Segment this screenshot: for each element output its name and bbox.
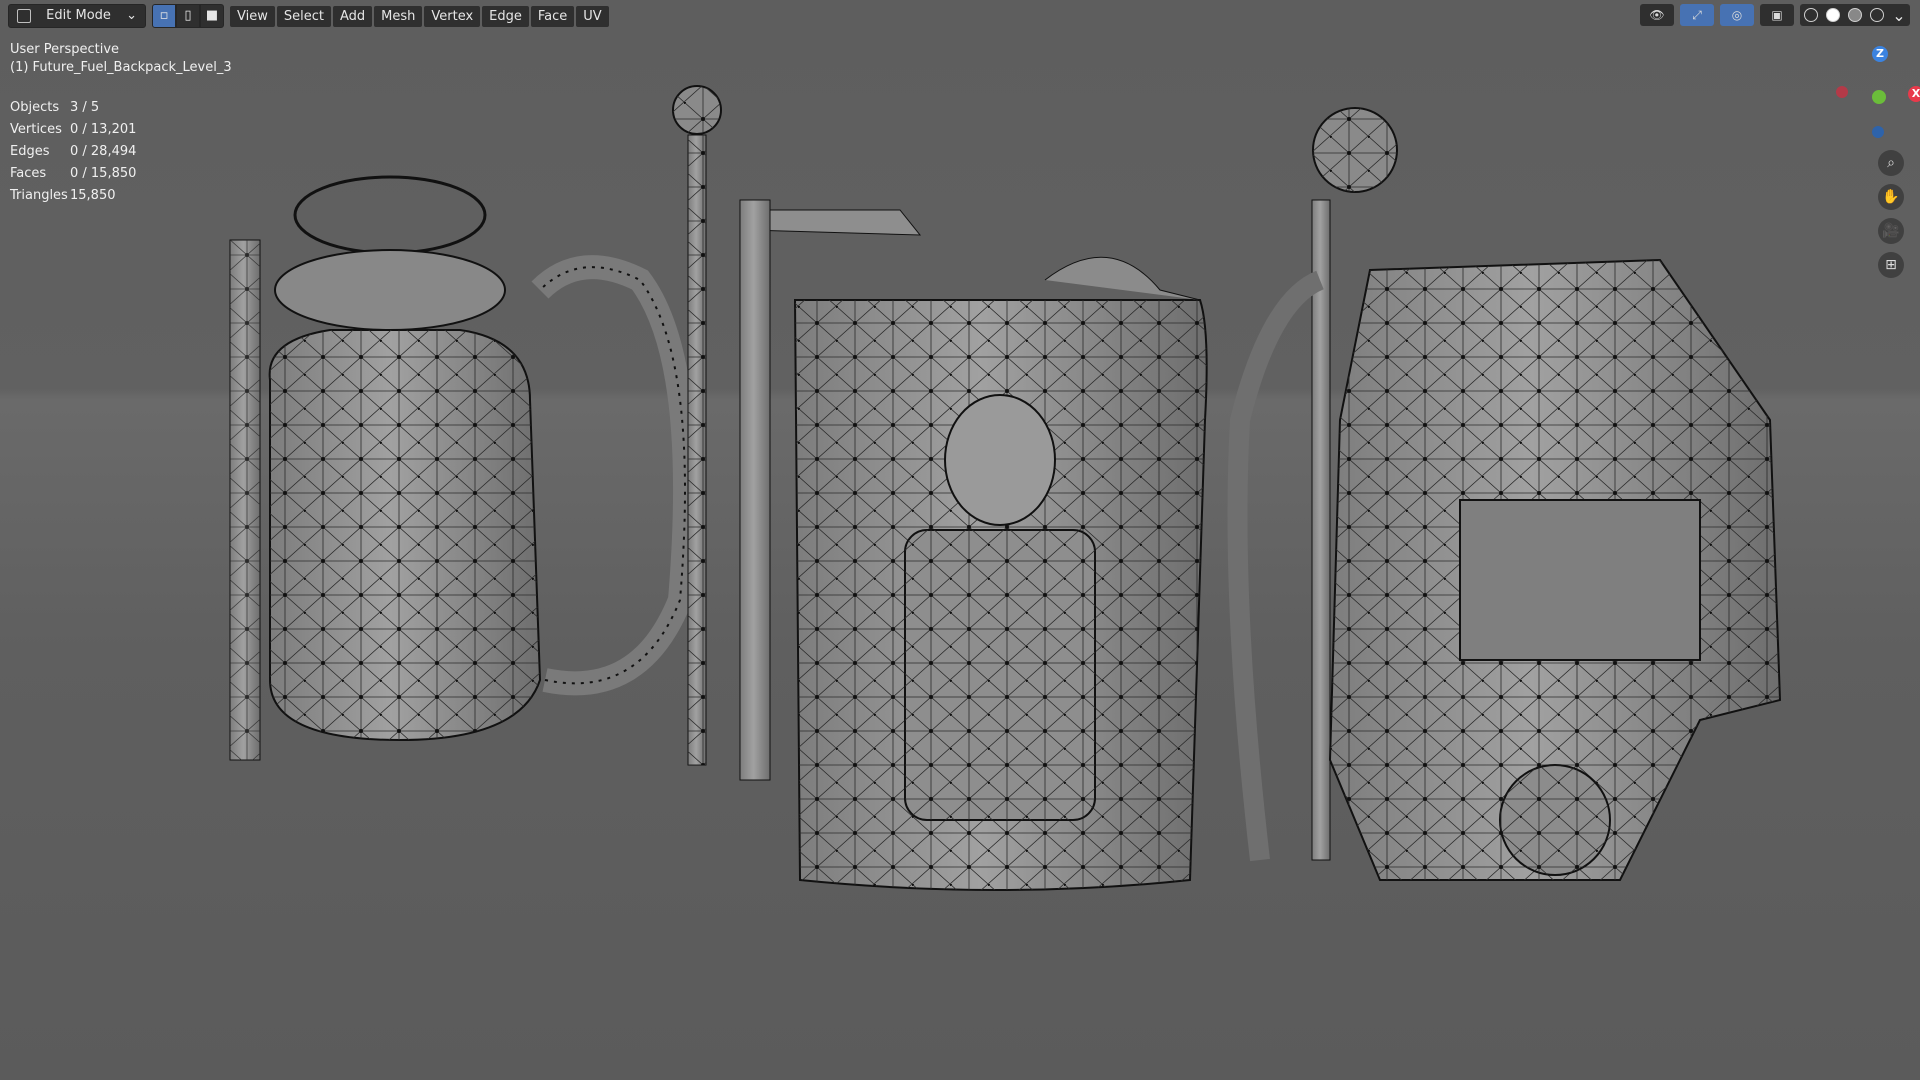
left-sprayer xyxy=(229,175,697,761)
menu-view[interactable]: View xyxy=(230,5,275,27)
gizmo-toggle-icon[interactable]: ⤢ xyxy=(1680,4,1714,26)
mesh-wireframe xyxy=(229,85,1782,891)
rendered-shading-icon[interactable] xyxy=(1866,4,1888,26)
menu-bar: View Select Add Mesh Vertex Edge Face UV xyxy=(230,5,609,27)
menu-vertex[interactable]: Vertex xyxy=(424,5,481,27)
scene-statistics: Objects 3 / 5 Vertices 0 / 13,201 Edges … xyxy=(10,100,136,210)
viewport-nav-buttons: ⌕ ✋ 🎥 ⊞ xyxy=(1878,150,1904,278)
mode-dropdown[interactable]: Edit Mode ⌄ xyxy=(8,4,146,28)
stat-row: Objects 3 / 5 xyxy=(10,100,100,115)
menu-edge[interactable]: Edge xyxy=(482,5,529,27)
edge-select-icon[interactable]: ▯ xyxy=(176,4,200,28)
stat-row: Faces 0 / 15,850 xyxy=(10,166,137,181)
middle-canister xyxy=(739,199,1208,891)
z-axis-handle[interactable]: Z xyxy=(1872,46,1888,62)
menu-face[interactable]: Face xyxy=(530,5,575,27)
stat-row: Edges 0 / 28,494 xyxy=(10,144,137,159)
y-axis-handle[interactable] xyxy=(1872,90,1886,104)
3d-viewport[interactable]: Edit Mode ⌄ ▫ ▯ ■ View Select Add Mesh V… xyxy=(0,0,1920,1080)
edit-mode-icon xyxy=(17,9,31,23)
solid-shading-icon[interactable] xyxy=(1822,4,1844,26)
viewport-info: User Perspective (1) Future_Fuel_Backpac… xyxy=(10,42,232,78)
menu-mesh[interactable]: Mesh xyxy=(374,5,423,27)
navigation-gizmo[interactable]: Z X xyxy=(1780,40,1920,150)
menu-add[interactable]: Add xyxy=(332,5,373,27)
face-select-icon[interactable]: ■ xyxy=(200,4,224,28)
stat-row: Vertices 0 / 13,201 xyxy=(10,122,137,137)
header-right-tools: 👁 ⤢ ◎ ▣ ⌄ xyxy=(1640,4,1910,26)
neg-z-axis-handle[interactable] xyxy=(1872,126,1884,138)
menu-uv[interactable]: UV xyxy=(576,5,609,27)
pan-hand-icon[interactable]: ✋ xyxy=(1878,184,1904,210)
perspective-label: User Perspective xyxy=(10,42,120,57)
vertex-select-icon[interactable]: ▫ xyxy=(152,4,176,28)
select-mode-group: ▫ ▯ ■ xyxy=(152,4,224,28)
overlays-toggle-icon[interactable]: ◎ xyxy=(1720,4,1754,26)
material-shading-icon[interactable] xyxy=(1844,4,1866,26)
active-object-label: (1) Future_Fuel_Backpack_Level_3 xyxy=(10,60,232,75)
shading-mode-group: ⌄ xyxy=(1800,4,1910,26)
visibility-eye-icon[interactable]: 👁 xyxy=(1640,4,1674,26)
stat-row: Triangles 15,850 xyxy=(10,188,116,203)
mode-label: Edit Mode xyxy=(46,8,111,23)
shading-options-chevron-icon[interactable]: ⌄ xyxy=(1888,4,1910,26)
neg-x-axis-handle[interactable] xyxy=(1836,86,1848,98)
menu-select[interactable]: Select xyxy=(276,5,331,27)
right-backpack xyxy=(1227,107,1782,881)
wireframe-shading-icon[interactable] xyxy=(1800,4,1822,26)
x-axis-handle[interactable]: X xyxy=(1908,86,1920,102)
xray-toggle-icon[interactable]: ▣ xyxy=(1760,4,1794,26)
chevron-down-icon: ⌄ xyxy=(126,8,137,23)
grid-icon[interactable]: ⊞ xyxy=(1878,252,1904,278)
camera-icon[interactable]: 🎥 xyxy=(1878,218,1904,244)
zoom-icon[interactable]: ⌕ xyxy=(1878,150,1904,176)
viewport-header: Edit Mode ⌄ ▫ ▯ ■ View Select Add Mesh V… xyxy=(0,0,1920,32)
